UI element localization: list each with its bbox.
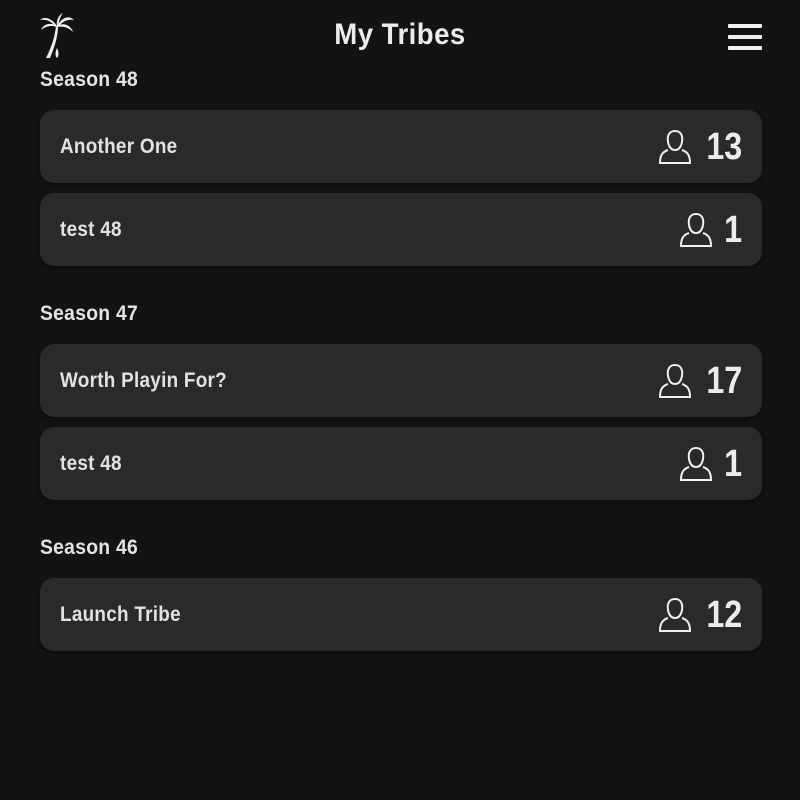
hamburger-menu-icon[interactable] xyxy=(728,24,762,52)
member-number: 17 xyxy=(706,359,742,402)
member-number: 1 xyxy=(724,442,742,485)
member-count: 17 xyxy=(658,344,742,417)
tribe-card[interactable]: Another One 13 xyxy=(40,110,762,183)
season-group: Season 47 Worth Playin For? 17 test 48 1 xyxy=(40,300,762,500)
member-count: 13 xyxy=(658,110,742,183)
season-label: Season 48 xyxy=(40,68,139,91)
tribe-name: Worth Playin For? xyxy=(60,369,228,392)
season-label: Season 47 xyxy=(40,302,139,325)
user-icon xyxy=(679,446,712,481)
user-icon xyxy=(658,129,691,164)
app-header: My Tribes xyxy=(0,0,800,76)
tribe-card[interactable]: test 48 1 xyxy=(40,193,762,266)
user-icon xyxy=(658,597,691,632)
tribe-name: test 48 xyxy=(60,218,122,241)
menu-bar xyxy=(728,24,762,28)
tribe-name: test 48 xyxy=(60,452,122,475)
member-number: 1 xyxy=(724,208,742,251)
menu-bar xyxy=(728,35,762,39)
menu-bar xyxy=(728,46,762,50)
page: My Tribes Season 48 Another One 13 test … xyxy=(0,0,800,800)
user-icon xyxy=(679,212,712,247)
page-title: My Tribes xyxy=(334,18,466,51)
season-group: Season 46 Launch Tribe 12 xyxy=(40,534,762,651)
season-group: Season 48 Another One 13 test 48 1 xyxy=(40,66,762,266)
tribe-card[interactable]: Worth Playin For? 17 xyxy=(40,344,762,417)
member-number: 13 xyxy=(706,125,742,168)
tribe-card[interactable]: test 48 1 xyxy=(40,427,762,500)
member-count: 12 xyxy=(658,578,742,651)
tribe-name: Launch Tribe xyxy=(60,603,181,626)
member-count: 1 xyxy=(679,193,742,266)
member-count: 1 xyxy=(679,427,742,500)
tribe-card[interactable]: Launch Tribe 12 xyxy=(40,578,762,651)
tribes-list: Season 48 Another One 13 test 48 1 Seaso… xyxy=(40,66,762,661)
tribe-name: Another One xyxy=(60,135,178,158)
member-number: 12 xyxy=(706,593,742,636)
season-label: Season 46 xyxy=(40,536,139,559)
user-icon xyxy=(658,363,691,398)
